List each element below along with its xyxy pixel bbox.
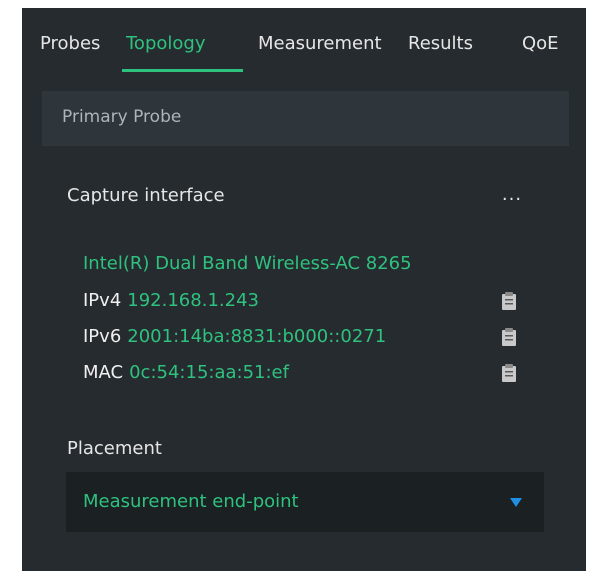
- address-value: 192.168.1.243: [127, 290, 259, 311]
- tab-measurement[interactable]: Measurement: [258, 33, 382, 55]
- address-label: IPv6: [83, 326, 122, 347]
- interface-name: Intel(R) Dual Band Wireless-AC 8265: [83, 253, 412, 274]
- address-label: MAC: [83, 362, 124, 383]
- tab-probes[interactable]: Probes: [40, 33, 100, 55]
- clipboard-icon[interactable]: [500, 363, 518, 383]
- address-row-ipv4: IPv4 192.168.1.243: [83, 290, 543, 316]
- chevron-down-icon: [510, 498, 522, 507]
- placement-selected-value: Measurement end-point: [83, 491, 299, 512]
- tab-qoe[interactable]: QoE: [522, 33, 559, 55]
- tab-topology[interactable]: Topology: [126, 33, 205, 55]
- placement-dropdown[interactable]: Measurement end-point: [66, 472, 544, 532]
- topology-panel: Probes Topology Measurement Results QoE …: [22, 8, 586, 571]
- probe-header-label: Primary Probe: [62, 107, 182, 127]
- address-label: IPv4: [83, 290, 122, 311]
- address-row-ipv6: IPv6 2001:14ba:8831:b000::0271: [83, 326, 543, 352]
- capture-interface-title: Capture interface: [67, 185, 225, 206]
- more-options-button[interactable]: ...: [497, 186, 527, 212]
- placement-title: Placement: [67, 438, 162, 459]
- clipboard-icon[interactable]: [500, 291, 518, 311]
- tab-bar: Probes Topology Measurement Results QoE: [22, 8, 586, 74]
- address-value: 2001:14ba:8831:b000::0271: [127, 326, 387, 347]
- clipboard-icon[interactable]: [500, 327, 518, 347]
- address-value: 0c:54:15:aa:51:ef: [129, 362, 289, 383]
- active-tab-indicator: [122, 69, 243, 72]
- probe-selector-header[interactable]: Primary Probe: [42, 91, 569, 146]
- tab-results[interactable]: Results: [408, 33, 473, 55]
- address-row-mac: MAC 0c:54:15:aa:51:ef: [83, 362, 543, 388]
